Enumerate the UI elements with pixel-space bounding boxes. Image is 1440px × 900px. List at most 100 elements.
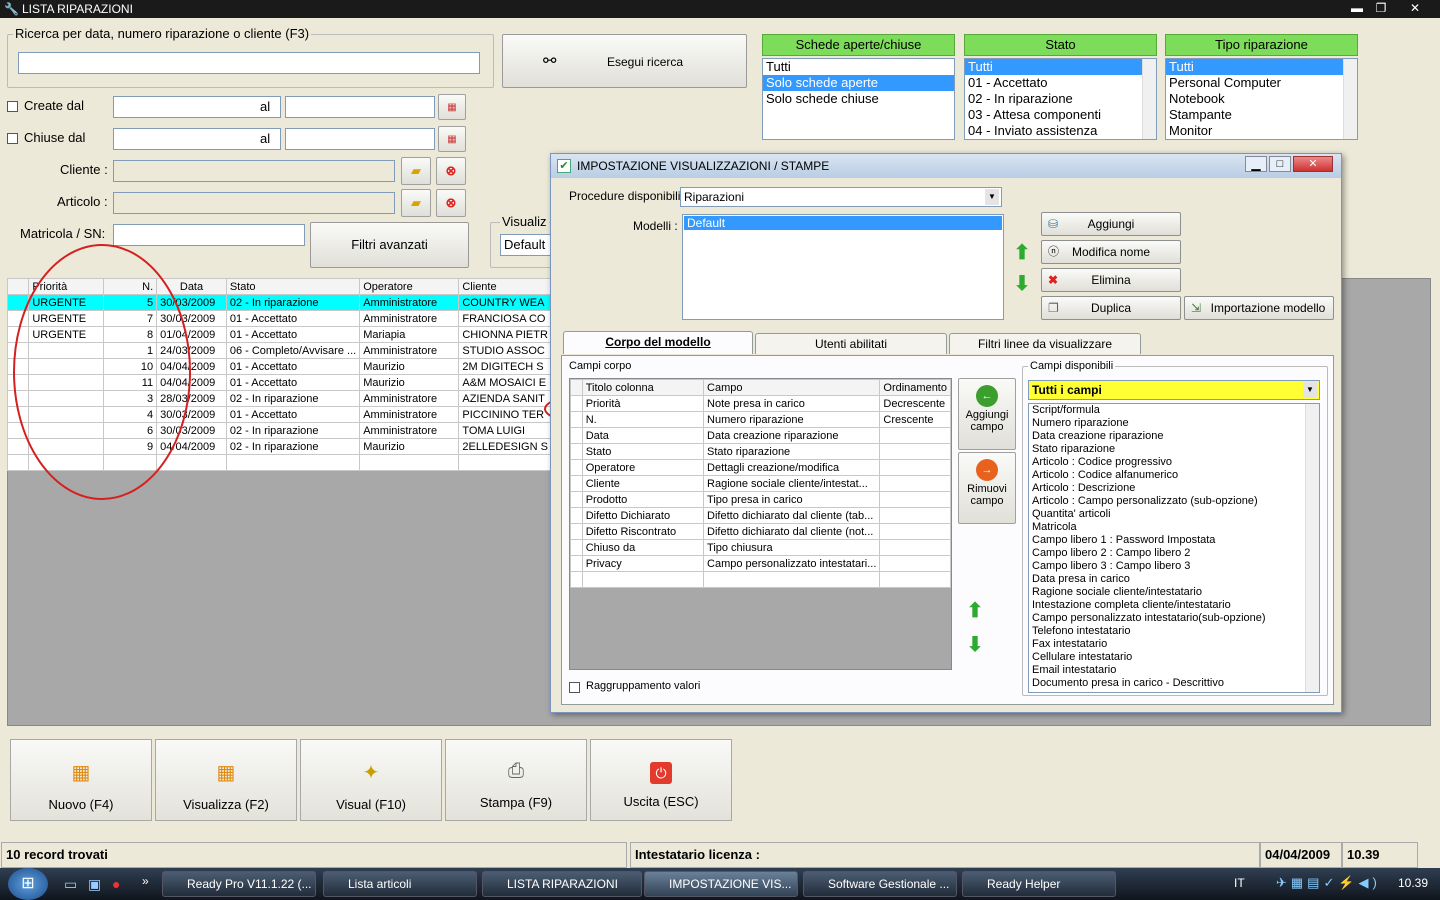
table-row[interactable]: Data Data creazione riparazione [570,427,951,444]
table-cell[interactable] [703,571,881,588]
table-row[interactable]: 9 04/04/2009 02 - In riparazione Maurizio 2E… [6,438,552,455]
folder-icon[interactable]: ▰ [401,157,431,185]
table-cell[interactable]: Decrescente [879,395,951,412]
list-item[interactable]: Monitor [1166,123,1357,139]
created-checkbox[interactable] [7,101,18,112]
table-row[interactable]: 6 30/03/2009 02 - In riparazione Amministra… [6,422,552,439]
move-up-icon[interactable]: ⬆ [1009,240,1035,266]
list-item[interactable]: Default [684,216,1002,230]
table-row[interactable]: URGENTE 7 30/03/2009 01 - Accettato Amminist… [6,310,552,327]
visual-button[interactable]: ✦ Visual (F10) [300,739,442,821]
table-cell[interactable]: Difetto Riscontrato [581,523,705,540]
exit-button[interactable]: ⏻ Uscita (ESC) [590,739,732,821]
row-selector[interactable] [6,422,30,439]
table-cell[interactable]: Operatore [581,459,705,476]
import-model-button[interactable]: ⇲ Importazione modello [1184,296,1334,320]
row-selector[interactable] [570,459,583,476]
list-item[interactable]: Intestazione completa cliente/intestatar… [1029,599,1305,612]
scrollbar[interactable] [1343,59,1357,139]
table-row[interactable]: Operatore Dettagli creazione/modifica [570,459,951,476]
table-cell[interactable]: Ragione sociale cliente/intestat... [703,475,881,492]
chevron-down-icon[interactable]: ▼ [985,189,999,205]
list-item[interactable]: Campo personalizzato intestatario(sub-op… [1029,612,1305,625]
list-item[interactable]: Quantita' articoli [1029,508,1305,521]
dialog-close-button[interactable]: ✕ [1293,156,1333,172]
list-item[interactable]: Solo schede aperte [763,75,954,91]
list-item[interactable]: 03 - Attesa componenti [965,107,1156,123]
table-cell[interactable] [879,443,951,460]
table-cell[interactable] [879,459,951,476]
list-item[interactable]: Data presa in carico [1029,573,1305,586]
table-cell[interactable]: Stato [581,443,705,460]
table-cell[interactable] [879,491,951,508]
remove-field-button[interactable]: → Rimuovi campo [958,452,1016,524]
list-item[interactable]: Articolo : Descrizione [1029,482,1305,495]
created-to-field[interactable] [285,96,435,118]
row-selector[interactable] [6,358,30,375]
list-item[interactable]: Fax intestatario [1029,638,1305,651]
table-cell[interactable]: Data [581,427,705,444]
list-item[interactable]: Tutti [1166,59,1343,75]
column-header[interactable]: Cliente [458,278,552,295]
row-selector[interactable] [6,374,30,391]
list-item[interactable]: Stato riparazione [1029,443,1305,456]
duplicate-model-button[interactable]: ❐ Duplica [1041,296,1181,320]
table-cell[interactable]: Campo personalizzato intestatari... [703,555,881,572]
table-row[interactable]: 4 30/03/2009 01 - Accettato Amministratore P… [6,406,552,423]
maximize-button[interactable]: ❐ [1370,0,1392,16]
list-item[interactable]: 02 - In riparazione [965,91,1156,107]
explorer-icon[interactable]: ▣ [88,876,101,893]
list-item[interactable]: 01 - Accettato [965,75,1156,91]
row-selector[interactable] [570,491,583,508]
task-impostazione[interactable]: IMPOSTAZIONE VIS... [644,871,798,897]
minimize-button[interactable]: ▬ [1346,0,1368,16]
table-row[interactable]: Cliente Ragione sociale cliente/intestat.… [570,475,951,492]
list-item[interactable]: Numero riparazione [1029,417,1305,430]
list-item[interactable]: Articolo : Codice progressivo [1029,456,1305,469]
language-indicator[interactable]: IT [1234,876,1245,890]
search-button[interactable]: ⚯ Esegui ricerca [502,34,747,88]
list-item[interactable]: Notebook [1166,91,1357,107]
list-item[interactable]: Tutti [763,59,954,75]
table-row[interactable]: Chiuso da Tipo chiusura [570,539,951,556]
list-item[interactable]: Ragione sociale cliente/intestatario [1029,586,1305,599]
clear-icon[interactable]: ⊗ [436,189,466,217]
new-button[interactable]: ▦ Nuovo (F4) [10,739,152,821]
search-input[interactable] [18,52,480,74]
scrollbar[interactable] [1142,59,1156,139]
rename-model-button[interactable]: ⓝ Modifica nome [1041,240,1181,264]
table-cell[interactable]: Tipo presa in carico [703,491,881,508]
row-selector[interactable] [570,539,583,556]
app-quicklaunch-icon[interactable]: ● [112,876,120,892]
row-selector[interactable] [6,326,30,343]
table-row[interactable]: Prodotto Tipo presa in carico [570,491,951,508]
column-header[interactable]: Ordinamento [879,379,951,396]
list-item[interactable]: Personal Computer [1166,75,1357,91]
table-cell[interactable]: Priorità [581,395,705,412]
row-selector[interactable] [570,475,583,492]
column-header[interactable]: Priorità [28,278,104,295]
table-cell[interactable]: Prodotto [581,491,705,508]
column-header[interactable]: Titolo colonna [581,379,705,396]
table-cell[interactable]: Tipo chiusura [703,539,881,556]
add-model-button[interactable]: ⛁ Aggiungi [1041,212,1181,236]
table-cell[interactable]: Dettagli creazione/modifica [703,459,881,476]
closed-to-field[interactable] [285,128,435,150]
start-button[interactable]: ⊞ [8,868,48,900]
table-row[interactable]: Stato Stato riparazione [570,443,951,460]
list-item[interactable]: Script/formula [1029,404,1305,417]
list-item[interactable]: Campo libero 1 : Password Impostata [1029,534,1305,547]
list-item[interactable]: Data creazione riparazione [1029,430,1305,443]
row-selector[interactable] [570,555,583,572]
table-cell[interactable]: Stato riparazione [703,443,881,460]
cliente-field[interactable] [113,160,395,182]
task-lista-articoli[interactable]: Lista articoli [323,871,477,897]
dialog-minimize-button[interactable]: ▁ [1245,156,1267,172]
table-row[interactable]: Difetto Dichiarato Difetto dichiarato dal… [570,507,951,524]
closed-checkbox[interactable] [7,133,18,144]
chevron-down-icon[interactable]: ▼ [1303,382,1317,398]
column-header[interactable]: Stato [225,278,361,295]
list-item[interactable]: Tutti [965,59,1142,75]
table-row[interactable]: Privacy Campo personalizzato intestatari.… [570,555,951,572]
table-row[interactable]: N. Numero riparazione Crescente [570,411,951,428]
